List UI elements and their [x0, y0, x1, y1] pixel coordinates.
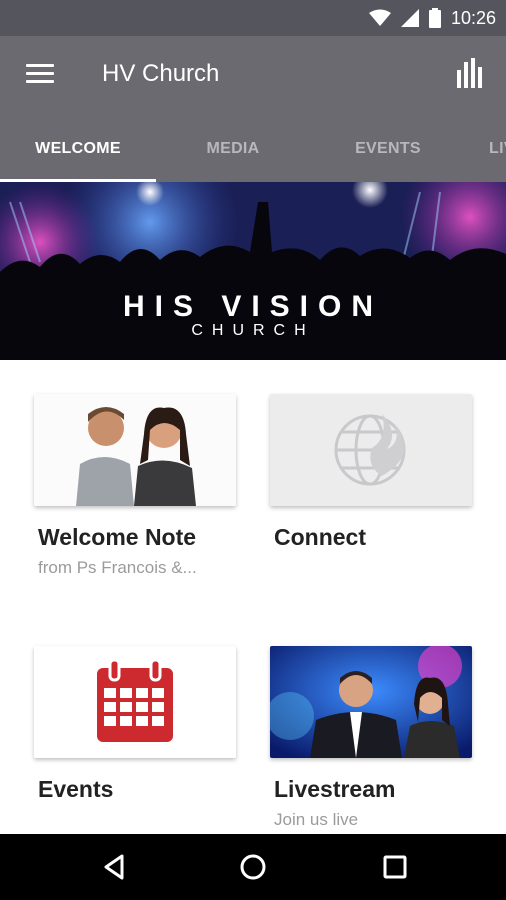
tab-media[interactable]: MEDIA [155, 116, 311, 182]
home-icon[interactable] [238, 852, 268, 882]
stage-photo [270, 646, 472, 758]
tab-welcome[interactable]: WELCOME [0, 116, 156, 182]
tile-welcome-note[interactable] [34, 394, 236, 506]
tile-connect-title: Connect [274, 524, 366, 550]
hero-banner: HIS VISION CHURCH [0, 182, 506, 360]
app-bar: HV Church [0, 36, 506, 116]
status-time: 10:26 [450, 7, 496, 28]
hero-title: HIS VISION [122, 290, 384, 323]
app-title: HV Church [102, 60, 220, 87]
tile-events[interactable] [34, 646, 236, 758]
hamburger-menu-icon[interactable] [26, 64, 54, 86]
back-icon[interactable] [100, 852, 130, 882]
calendar-icon [34, 646, 236, 758]
hero-subtitle: CHURCH [191, 322, 315, 339]
tile-welcome-note-title: Welcome Note [38, 524, 197, 550]
status-bar: 10:26 [0, 0, 506, 36]
tab-live[interactable]: LIVE [465, 116, 506, 182]
tile-welcome-note-subtitle: from Ps Francois &... [38, 558, 197, 577]
signal-icon [400, 9, 419, 27]
system-nav-bar [0, 834, 506, 900]
tab-bar: WELCOME MEDIA EVENTS LIVE [0, 116, 506, 182]
tile-livestream-title: Livestream [274, 776, 396, 802]
battery-icon [428, 8, 441, 28]
tile-connect[interactable] [270, 394, 472, 506]
recents-icon[interactable] [380, 852, 410, 882]
bar-chart-icon[interactable] [456, 58, 484, 88]
tile-livestream[interactable] [270, 646, 472, 758]
tab-events[interactable]: EVENTS [310, 116, 466, 182]
tile-livestream-subtitle: Join us live [274, 810, 359, 829]
couple-photo [34, 394, 236, 506]
globe-flame-logo [270, 394, 472, 506]
wifi-icon [368, 9, 391, 26]
tile-events-title: Events [38, 776, 114, 802]
